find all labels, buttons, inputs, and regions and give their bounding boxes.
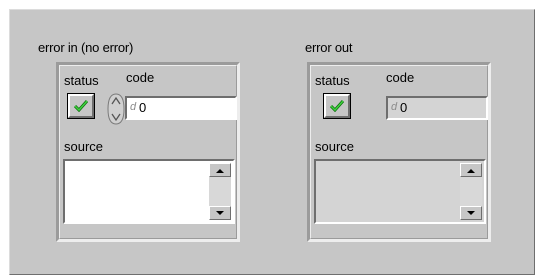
error-out-status-label: status — [315, 73, 350, 88]
error-in-status-button[interactable] — [67, 93, 95, 119]
error-out-cluster: status code d 0 source — [307, 62, 491, 242]
error-out-title: error out — [305, 40, 353, 55]
scroll-up-arrow-icon[interactable] — [209, 163, 231, 177]
scroll-down-arrow-icon[interactable] — [460, 206, 482, 220]
error-out-code-radix: d — [391, 101, 398, 113]
scroll-down-arrow-icon[interactable] — [209, 206, 231, 220]
increment-decrement-icon — [107, 93, 125, 125]
error-out-source-label: source — [315, 139, 355, 154]
error-in-title: error in (no error) — [38, 40, 134, 55]
error-in-code-field[interactable]: d 0 — [125, 96, 237, 120]
error-out-source-field — [314, 159, 486, 224]
error-in-source-value — [67, 163, 207, 220]
error-out-source-scrollbar[interactable] — [460, 163, 482, 220]
scroll-up-arrow-icon[interactable] — [460, 163, 482, 177]
error-in-code-spinner[interactable] — [106, 92, 126, 126]
error-out-status-indicator — [323, 93, 351, 119]
checkmark-icon — [329, 99, 345, 113]
error-in-source-scrollbar[interactable] — [209, 163, 231, 220]
error-in-source-label: source — [64, 139, 104, 154]
error-in-status-label: status — [64, 73, 99, 88]
checkmark-icon — [73, 99, 89, 113]
error-in-code-label: code — [126, 70, 155, 85]
error-in-code-radix: d — [130, 101, 137, 113]
error-out-source-value — [318, 163, 458, 220]
error-out-code-value: 0 — [400, 100, 408, 115]
error-out-code-field: d 0 — [386, 96, 488, 120]
error-in-cluster: status code d 0 source — [56, 62, 240, 242]
error-in-source-field[interactable] — [63, 159, 235, 224]
front-panel: error in (no error) status code d 0 sour… — [9, 9, 535, 275]
error-out-code-label: code — [386, 70, 415, 85]
error-in-code-value: 0 — [139, 100, 147, 115]
